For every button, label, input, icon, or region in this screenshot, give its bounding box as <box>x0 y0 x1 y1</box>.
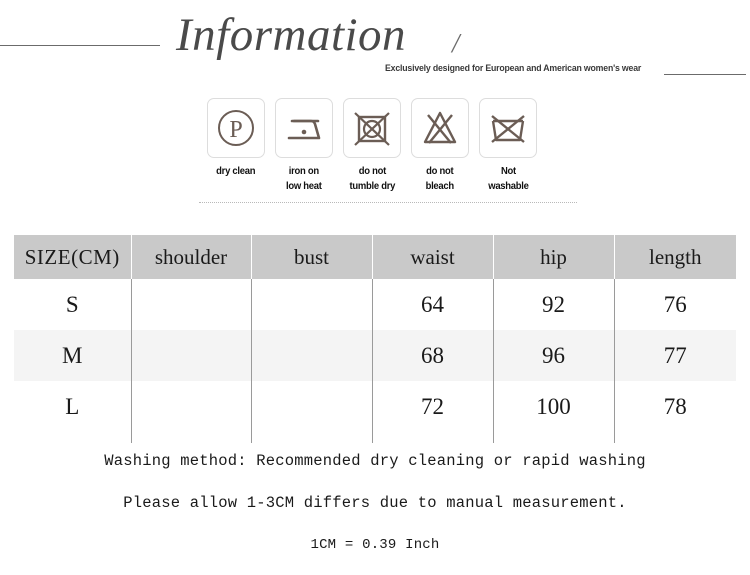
cell-hip: 96 <box>493 330 615 381</box>
cell-bust <box>251 279 373 330</box>
care-symbol-dry-clean: P dry clean <box>207 98 265 194</box>
table-header-row: SIZE(CM) shoulder bust waist hip length <box>14 235 736 279</box>
title-rule-left <box>0 45 160 46</box>
table-row: M 68 96 77 <box>14 330 736 381</box>
cell-waist: 72 <box>372 381 494 432</box>
column-header-waist: waist <box>372 235 494 279</box>
dotted-divider <box>199 202 577 203</box>
care-symbol-box: P <box>207 98 265 158</box>
cell-waist: 68 <box>372 330 494 381</box>
column-header-size: SIZE(CM) <box>14 235 132 279</box>
care-symbol-do-not-tumble-dry: do not tumble dry <box>343 98 401 194</box>
care-symbols-row: P dry clean iron on low heat do not tumb… <box>207 98 537 194</box>
cell-size: S <box>14 279 132 330</box>
footer-notes: Washing method: Recommended dry cleaning… <box>0 448 750 553</box>
cell-bust <box>251 330 373 381</box>
cell-length: 78 <box>663 393 687 419</box>
care-symbol-label: do not bleach <box>425 165 455 192</box>
page-subtitle: Exclusively designed for European and Am… <box>385 63 642 74</box>
cell-length: 77 <box>614 330 736 381</box>
cell-bust <box>251 381 373 432</box>
column-header-bust: bust <box>251 235 373 279</box>
care-symbol-do-not-bleach: do not bleach <box>411 98 469 194</box>
cell-length: 76 <box>663 291 687 317</box>
cell-hip: 92 <box>493 279 615 330</box>
table-divider-extensions <box>14 432 736 443</box>
size-chart-table: SIZE(CM) shoulder bust waist hip length … <box>14 235 736 432</box>
iron-low-heat-one-dot-icon <box>287 119 321 140</box>
page-header: Information / Exclusively designed for E… <box>0 0 750 90</box>
cell-size: L <box>14 381 132 432</box>
column-header-length: length <box>614 235 736 279</box>
do-not-tumble-dry-icon <box>354 112 390 146</box>
care-symbol-iron-low-heat: iron on low heat <box>275 98 333 194</box>
care-symbol-box <box>343 98 401 158</box>
cell-hip: 100 <box>493 381 615 432</box>
care-symbol-box <box>275 98 333 158</box>
column-header-hip: hip <box>493 235 615 279</box>
cell-shoulder <box>131 381 252 432</box>
note-washing-method: Washing method: Recommended dry cleaning… <box>104 452 646 470</box>
dry-clean-p-circle-icon: P <box>218 110 254 146</box>
column-header-shoulder: shoulder <box>131 235 252 279</box>
title-slash-mark: / <box>452 28 460 58</box>
care-symbol-box <box>479 98 537 158</box>
do-not-bleach-icon <box>423 111 457 144</box>
cell-shoulder <box>131 330 252 381</box>
note-measurement-tolerance: Please allow 1-3CM differs due to manual… <box>123 494 627 512</box>
note-unit-conversion: 1CM = 0.39 Inch <box>310 537 440 553</box>
care-symbol-label: iron on low heat <box>286 165 322 192</box>
title-rule-right <box>664 74 746 75</box>
cell-waist: 64 <box>372 279 494 330</box>
care-symbol-label: do not tumble dry <box>349 165 395 192</box>
care-symbol-box <box>411 98 469 158</box>
page-title: Information <box>176 9 407 61</box>
care-symbol-label: dry clean <box>216 165 256 177</box>
table-row: L 72 100 78 <box>14 381 736 432</box>
svg-text:P: P <box>229 117 242 143</box>
care-symbol-not-washable: Not washable <box>479 98 537 194</box>
care-symbol-label: Not washable <box>487 165 529 192</box>
table-row: S 64 92 76 <box>14 279 736 330</box>
cell-shoulder <box>131 279 252 330</box>
cell-size: M <box>14 330 132 381</box>
not-washable-icon <box>491 115 525 143</box>
